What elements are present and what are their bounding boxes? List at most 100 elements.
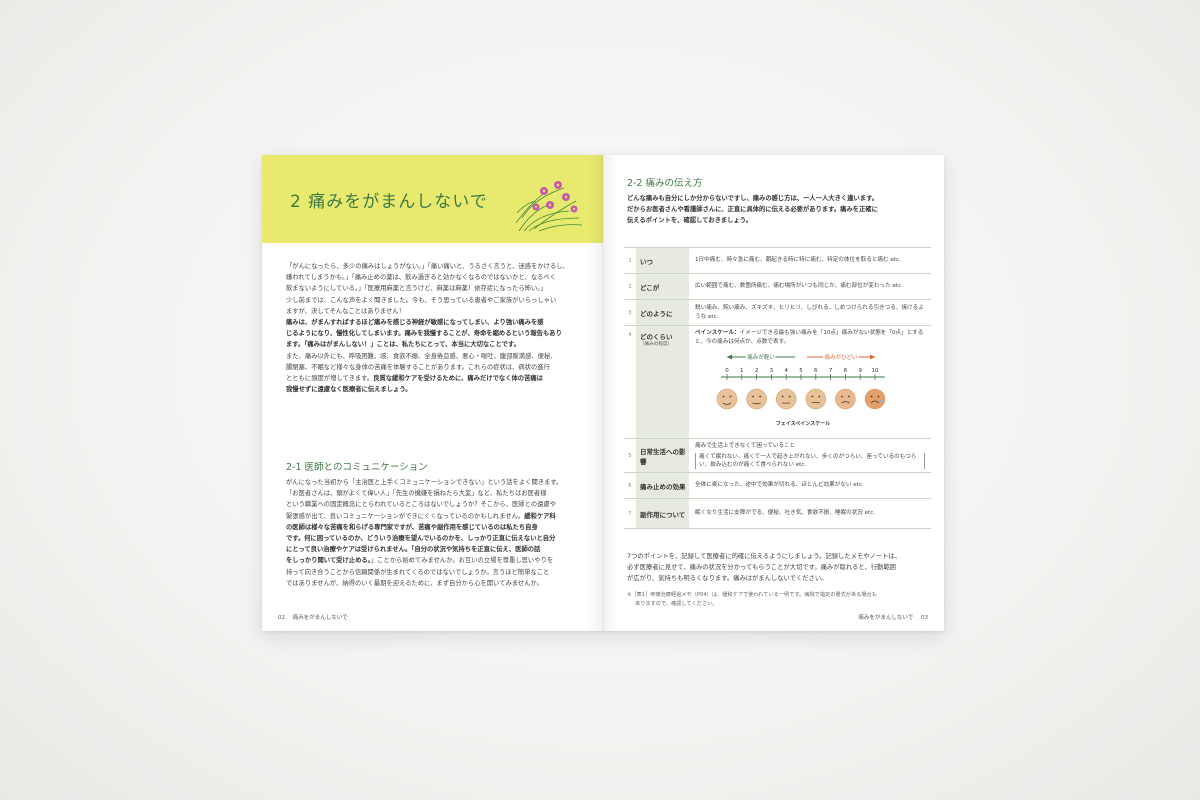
table-row: 3 どのように 鋭い痛み、鈍い痛み、ズキズキ、ヒリヒリ、しびれる、しめつけられる… <box>624 299 931 326</box>
scale-tick-label: 5 <box>799 368 803 374</box>
row-label: 痛み止めの効果 <box>636 472 689 499</box>
row-label: 副作用について <box>636 498 689 529</box>
text-line: 緩和ケア科 <box>524 512 556 520</box>
row-label-text: どのくらい <box>640 333 673 341</box>
scale-tick-label: 9 <box>858 368 862 374</box>
text-line: 嫌われてしまうかも。」「痛み止めの薬は、飲み過ぎると効かなくなるのではないかと、… <box>286 274 557 282</box>
text-line: の医師は様々な苦痛を和らげる専門家ですが、苦痛や副作用を感じているのは私たち自身 <box>286 523 538 531</box>
row-label: どのくらい （痛みの程度） <box>636 325 689 439</box>
text-line: がんになった当初から「主治医と上手くコミュニケーションできない」という話をよく聞… <box>286 479 563 486</box>
pain-face-icon <box>716 388 738 410</box>
scale-tick-label: 1 <box>740 368 744 374</box>
text-line: ありますので、確認してください。 <box>635 601 718 607</box>
row-number: 4 <box>624 325 636 439</box>
table-row: 2 どこが 広い範囲で痛む、数箇所痛む、痛む場所がいつも同じか、痛む部位が変わっ… <box>624 273 931 300</box>
pain-scale-graphic: 痛みが軽い 痛みがひどい 0 1 2 3 4 5 6 7 8 9 10 フェイスペインスケール <box>716 352 886 427</box>
row-number: 2 <box>624 273 636 300</box>
table-row: 6 痛み止めの効果 全体に楽になった、途中で効果が切れる、ほとんど効果がない e… <box>624 472 931 499</box>
scale-severe-label: 痛みがひどい <box>825 353 858 361</box>
section-2-2-intro: どんな痛みも自分にしか分からないですし、痛みの感じ方は、一人一人大きく違います。… <box>627 193 927 227</box>
text-line: をしっかり聞いて受け止める。 <box>286 557 371 565</box>
scale-tick-label: 2 <box>755 368 759 374</box>
page-number: 03 <box>921 615 928 621</box>
text-line: どんな痛みも自分にしか分からないですし、痛みの感じ方は、一人一人大きく違います。 <box>627 195 879 202</box>
text-line: です。何に困っているのか、どういう治療を望んでいるのかを、しっかり正直に伝えない… <box>286 535 556 543</box>
face-pain-scale: 痛みが軽い 痛みがひどい 0 1 2 3 4 5 6 7 8 9 10 フェイスペインスケール <box>695 351 925 435</box>
text-line: じるようになり、慢性化してしまいます。痛みを我慢することが、寿命を縮めるという報… <box>286 330 562 338</box>
row-label: いつ <box>636 247 689 274</box>
page-number: 02 <box>278 615 285 621</box>
text-line: が広がり、気持ちも明るくなります。痛みはがまんしないでください。 <box>627 575 828 583</box>
text-line: 緊張感が出て、良いコミュニケーションができにくくなっているのかもしれません。 <box>286 512 525 520</box>
row-description: 全体に楽になった、途中で効果が切れる、ほとんど効果がない etc. <box>689 472 931 499</box>
pain-face-icon <box>805 388 827 410</box>
scale-tick-label: 0 <box>725 368 729 374</box>
scale-tick-label: 6 <box>814 368 818 374</box>
footnote: ※［表1］疼痛治療経過メモ（P04）は、緩和ケアで使われている一例です。病院で指… <box>627 591 932 609</box>
intro-text: 「がんになったら、多少の痛みはしょうがない。」「痛い痛いと、うるさく言うと、迷惑… <box>286 261 586 395</box>
text-line: 少し前までは、こんな声をよく聞きました。今も、そう思っている患者やご家族がいらっ… <box>286 296 557 304</box>
scale-tick-label: 4 <box>784 368 788 374</box>
section-2-2-outro: 7つのポイントを、記録して医療者に的確に伝えるようにしましょう。記録したメモやノ… <box>627 551 932 585</box>
text-line: 腸閉塞、不眠など様々な身体の苦痛を体験することがあります。これらの症状は、病状の… <box>286 363 550 371</box>
row-number: 3 <box>624 299 636 326</box>
text-line: という職業への固定概念にとらわれているところはないでしょうか？そこから、医師との… <box>286 501 557 509</box>
text-line: 伝えるポイントを、確認しておきましょう。 <box>627 217 752 225</box>
row-examples: 痛くて眠れない、痛くて一人で起き上がれない、歩くのがつらい、座っているのもつらい… <box>695 453 925 469</box>
row-label: どこが <box>636 273 689 300</box>
pain-face-icon <box>746 388 767 410</box>
text-line: ではありませんが、納得のいく最期を迎えるために、まず自分から心を開いてみませんか… <box>286 579 543 587</box>
text-line: 痛みは、がまんすればするほど痛みを感じる神経が敏感になってしまい、より強い痛みを… <box>286 319 544 327</box>
text-line: 我慢せずに遠慮なく医療者に伝えましょう。 <box>286 386 412 394</box>
scale-tick-label: 7 <box>829 368 833 374</box>
section-2-1-text: がんになった当初から「主治医と上手くコミュニケーションできない」という話をよく聞… <box>286 477 586 589</box>
table-row: 5 日常生活への影響 痛みで生活上できなくて困っていること 痛くて眠れない、痛く… <box>624 438 931 473</box>
running-footer: 痛みをがまんしないで <box>292 615 348 621</box>
text-line: とともに頻度が増してきます。 <box>286 375 374 383</box>
table-row: 7 副作用について 眠くなり生活に支障がでる、便秘、吐き気、食欲不振、睡眠の状況… <box>624 498 931 529</box>
cosmos-flowers-illustration <box>515 181 583 232</box>
row-description: 痛みで生活上できなくて困っていること 痛くて眠れない、痛くて一人で起き上がれない… <box>689 438 931 473</box>
pain-face-icon <box>835 388 856 410</box>
text-line: 「お医者さんは、頭がよくて偉い人」「先生の機嫌を損ねたら大変」など、私たちはお医… <box>286 490 547 498</box>
row-description-text: 痛みで生活上できなくて困っていること <box>695 443 796 449</box>
text-line: だからお医者さんや看護師さんに、正直に具体的に伝える必要があります。痛みを正確に <box>627 206 878 214</box>
text-line: ますが、決してそんなことはありません！ <box>286 307 405 315</box>
text-line: ※［表1］疼痛治療経過メモ（P04）は、緩和ケアで使われている一例です。病院で指… <box>627 592 877 598</box>
scale-tick-label: 3 <box>770 368 774 374</box>
running-footer: 痛みをがまんしないで <box>858 615 914 621</box>
scale-tick-label: 8 <box>844 368 848 374</box>
row-description: 1日中痛む、時々急に痛む、朝起きる時に特に痛む、特定の体位を取ると痛む etc. <box>689 247 931 274</box>
row-sublabel: （痛みの程度） <box>640 342 673 347</box>
pain-face-icon <box>775 388 797 410</box>
row-description: 眠くなり生活に支障がでる、便秘、吐き気、食欲不振、睡眠の状況 etc. <box>689 498 931 529</box>
section-title-2-1: 2-1 医師とのコミュニケーション <box>286 462 428 473</box>
table-row: 4 どのくらい （痛みの程度） ペインスケール：イメージできる最も強い痛みを「1… <box>624 325 931 439</box>
pain-face-icon <box>864 388 886 410</box>
text-line: 飲まないようにしている。」「医療用麻薬と言うけど、麻薬は麻薬！依存症になったら怖… <box>286 285 547 293</box>
text-line: 」ことから始めてみませんか。お互いの立場を尊重し思いやりを <box>370 557 554 565</box>
section-title-2-2: 2-2 痛みの伝え方 <box>627 178 703 189</box>
scale-tick-label: 10 <box>872 368 879 374</box>
row-label: どのように <box>636 299 689 326</box>
scale-light-label: 痛みが軽い <box>747 353 775 361</box>
left-page: 2 痛みをがまんしないで 「がんになったら、多少の痛みはしょうがない。」「痛い痛… <box>262 155 603 631</box>
row-description: ペインスケール：イメージできる最も強い痛みを「10点」痛みがない状態を「0点」と… <box>689 325 931 439</box>
row-label: 日常生活への影響 <box>636 438 689 473</box>
text-line: また、痛み以外にも、呼吸困難、咳、食欲不振、全身倦怠感、悪心・嘔吐、腹部膨満感、… <box>286 352 557 360</box>
text-line: ます。「痛みはがまんしない！」ことは、私たちにとって、本当に大切なことです。 <box>286 341 520 349</box>
text-line: 「がんになったら、多少の痛みはしょうがない。」「痛い痛いと、うるさく言うと、迷惑… <box>286 263 569 270</box>
scale-caption: フェイスペインスケール <box>776 420 830 427</box>
text-line: 持って向き合うことから信頼関係が生まれてくるのではないでしょうか。言うほど簡単な… <box>286 568 550 576</box>
right-page: 2-2 痛みの伝え方 どんな痛みも自分にしか分からないですし、痛みの感じ方は、一… <box>603 155 944 631</box>
page-folio-left: 02 痛みをがまんしないで <box>278 613 348 621</box>
text-line: 良質な緩和ケアを受けるために、痛みだけでなく体の苦痛は <box>373 375 543 383</box>
chapter-title: 2 痛みをがまんしないで <box>290 192 488 212</box>
row-number: 7 <box>624 498 636 529</box>
open-booklet: 2 痛みをがまんしないで 「がんになったら、多少の痛みはしょうがない。」「痛い痛… <box>262 155 944 631</box>
table-row: 1 いつ 1日中痛む、時々急に痛む、朝起きる時に特に痛む、特定の体位を取ると痛む… <box>624 247 931 274</box>
text-line: にとって良い治療やケアは受けられません。「自分の状況や気持ちを正直に伝え、医師の… <box>286 546 541 554</box>
row-number: 5 <box>624 438 636 473</box>
pain-points-table: 1 いつ 1日中痛む、時々急に痛む、朝起きる時に特に痛む、特定の体位を取ると痛む… <box>624 247 931 529</box>
row-number: 1 <box>624 247 636 274</box>
